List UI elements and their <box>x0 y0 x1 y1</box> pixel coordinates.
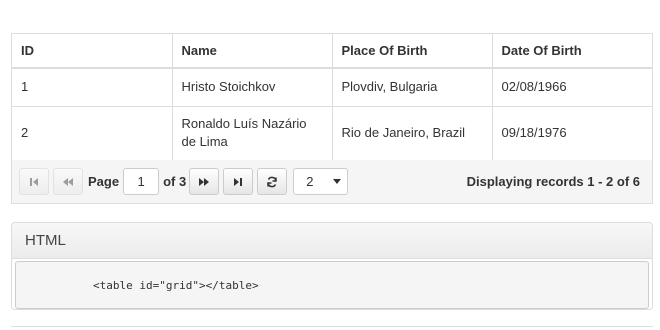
column-header-name[interactable]: Name <box>172 34 333 69</box>
page-label: Page <box>88 174 120 189</box>
table-row[interactable]: 1 Hristo Stoichkov Plovdiv, Bulgaria 02/… <box>12 68 652 107</box>
cell-place-of-birth: Rio de Janeiro, Brazil <box>332 106 493 161</box>
page-size-select[interactable]: 2 <box>293 168 349 195</box>
cell-id: 2 <box>12 106 173 161</box>
pager-toolbar: Page of 3 2 Displaying records 1 - 2 o <box>12 160 652 203</box>
next-page-button[interactable] <box>189 168 220 195</box>
page-number-input[interactable] <box>123 168 160 195</box>
next-page-icon <box>199 177 210 186</box>
cell-id: 1 <box>12 68 173 107</box>
table-row[interactable]: 2 Ronaldo Luís Nazário de Lima Rio de Ja… <box>12 106 652 161</box>
column-header-date-of-birth[interactable]: Date Of Birth <box>492 34 652 69</box>
first-page-button[interactable] <box>19 168 49 195</box>
cell-date-of-birth: 09/18/1976 <box>492 106 652 161</box>
previous-page-button[interactable] <box>53 168 83 195</box>
data-grid: ID Name Place Of Birth Date Of Birth 1 H… <box>11 33 653 204</box>
cell-place-of-birth: Plovdiv, Bulgaria <box>332 68 493 107</box>
total-pages-label: of 3 <box>163 174 187 189</box>
previous-page-icon <box>63 177 73 186</box>
records-summary: Displaying records 1 - 2 of 6 <box>466 174 640 189</box>
cell-date-of-birth: 02/08/1966 <box>492 68 652 107</box>
last-page-button[interactable] <box>223 168 254 195</box>
grid-table: ID Name Place Of Birth Date Of Birth 1 H… <box>12 34 652 161</box>
cell-name: Hristo Stoichkov <box>172 68 333 107</box>
first-page-icon <box>30 177 38 186</box>
refresh-icon <box>267 176 277 187</box>
refresh-button[interactable] <box>257 168 288 195</box>
chevron-down-icon <box>333 179 342 184</box>
header-row: ID Name Place Of Birth Date Of Birth <box>12 34 652 69</box>
code-block: <table id="grid"></table> <box>15 261 649 309</box>
column-header-place-of-birth[interactable]: Place Of Birth <box>332 34 493 69</box>
last-page-icon <box>234 177 243 186</box>
html-code-panel: HTML <table id="grid"></table> <box>11 222 653 310</box>
cell-name: Ronaldo Luís Nazário de Lima <box>172 106 333 161</box>
divider <box>11 326 653 327</box>
page-size-value: 2 <box>306 174 314 189</box>
panel-title: HTML <box>12 223 652 259</box>
column-header-id[interactable]: ID <box>12 34 173 69</box>
